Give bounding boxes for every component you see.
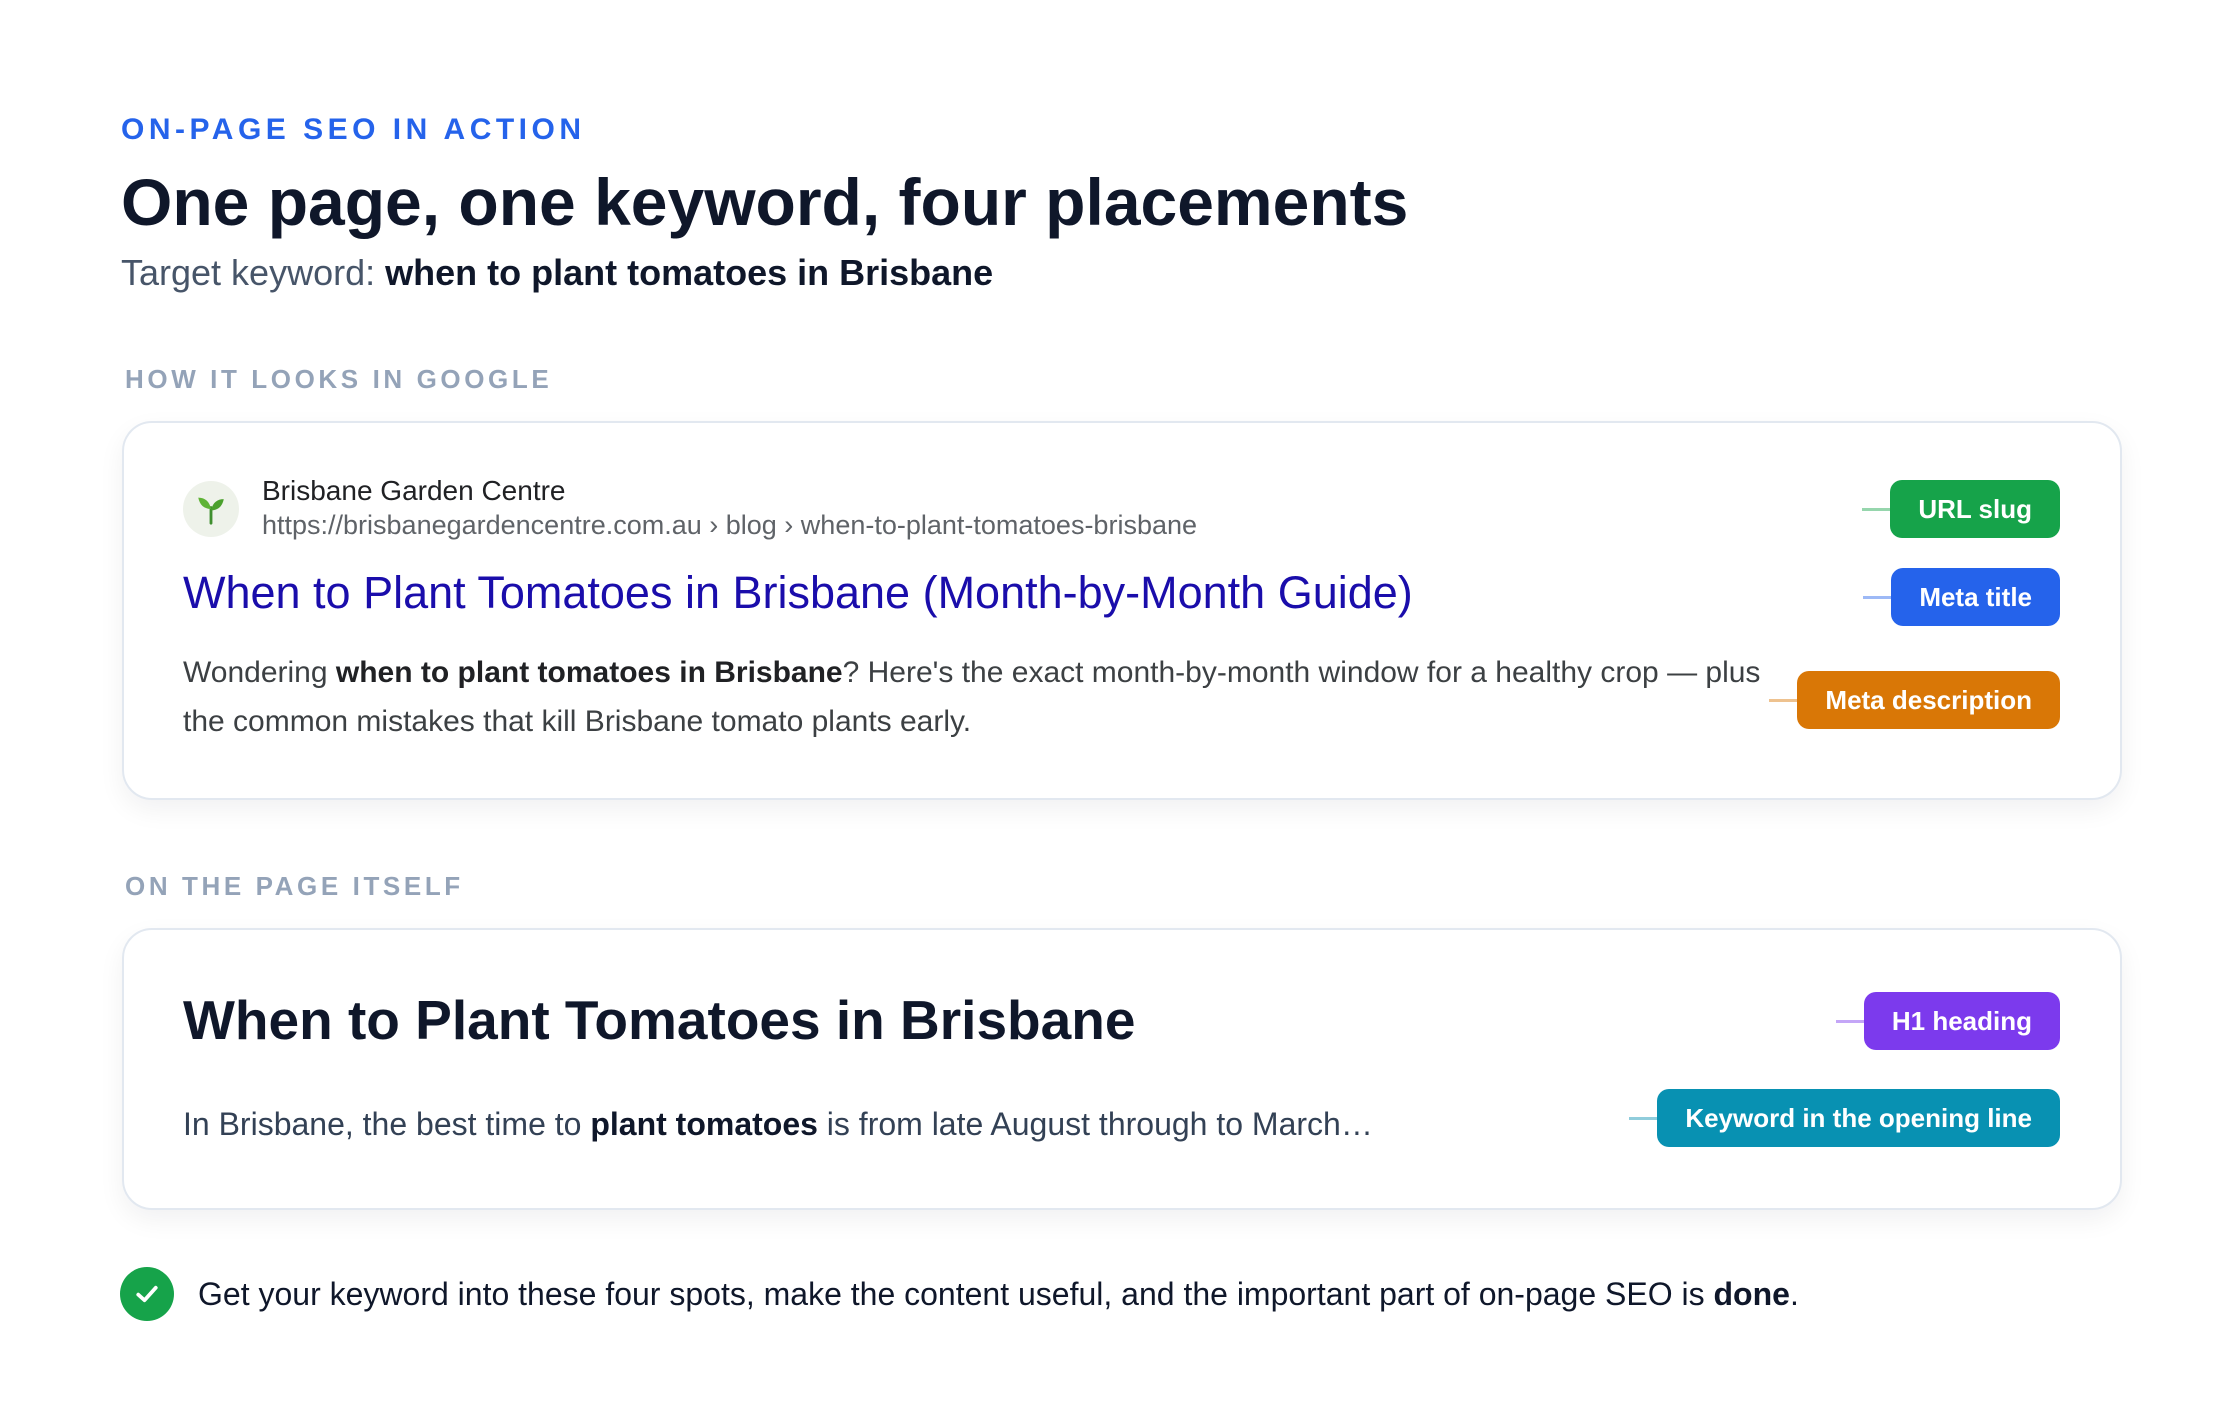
footer-text: Get your keyword into these four spots, … [198,1276,1799,1313]
opening-line-connector [1629,1116,1658,1120]
serp-title-link[interactable]: When to Plant Tomatoes in Brisbane (Mont… [183,567,1413,619]
footer-note: Get your keyword into these four spots, … [120,1267,1799,1321]
on-page-card: When to Plant Tomatoes in Brisbane In Br… [122,928,2122,1210]
page: ON-PAGE SEO IN ACTION One page, one keyw… [0,0,2240,1428]
url-slug-connector [1862,507,1891,511]
eyebrow-label: ON-PAGE SEO IN ACTION [121,113,586,146]
meta-title-tag-label: Meta title [1919,581,2032,612]
target-keyword: when to plant tomatoes in Brisbane [385,252,994,293]
h1-heading-tag-label: H1 heading [1891,1005,2032,1036]
site-name: Brisbane Garden Centre [262,475,566,506]
opening-line-tag-label: Keyword in the opening line [1685,1102,2032,1133]
target-keyword-prefix: Target keyword: [121,252,376,293]
opening-suffix: is from late August through to March… [826,1106,1373,1142]
site-url-breadcrumb[interactable]: https://brisbanegardencentre.com.au › bl… [262,510,1197,541]
check-icon [120,1267,174,1321]
opening-line-tag: Keyword in the opening line [1629,1089,2060,1147]
opening-prefix: In Brisbane, the best time to [183,1106,582,1142]
meta-title-tag: Meta title [1863,568,2060,626]
meta-description-tag: Meta description [1769,671,2060,729]
serp-desc-prefix: Wondering [183,656,328,689]
meta-title-connector [1863,595,1892,599]
footer-text-bold: done [1713,1275,1790,1312]
h1-heading-tag: H1 heading [1835,992,2060,1050]
page-title: One page, one keyword, four placements [121,165,1409,239]
page-section-label: ON THE PAGE ITSELF [125,871,464,901]
url-slug-tag-label: URL slug [1918,493,2032,524]
serp-section-label: HOW IT LOOKS IN GOOGLE [125,364,553,394]
h1-heading-connector [1835,1019,1864,1023]
seedling-icon [183,481,239,537]
opening-line-example: In Brisbane, the best time to plant toma… [183,1106,1373,1143]
serp-meta-description: Wondering when to plant tomatoes in Bris… [183,648,1773,746]
target-keyword-line: Target keyword: when to plant tomatoes i… [121,252,993,294]
url-slug-tag: URL slug [1862,480,2060,538]
footer-text-main: Get your keyword into these four spots, … [198,1275,1705,1312]
meta-description-tag-label: Meta description [1825,684,2032,715]
h1-heading-example: When to Plant Tomatoes in Brisbane [183,989,1136,1051]
serp-desc-keyword: when to plant tomatoes in Brisbane [335,656,843,689]
google-result-card: Brisbane Garden Centre https://brisbaneg… [122,421,2122,800]
meta-description-connector [1769,698,1798,702]
footer-text-end: . [1789,1275,1799,1312]
opening-keyword: plant tomatoes [590,1106,818,1142]
